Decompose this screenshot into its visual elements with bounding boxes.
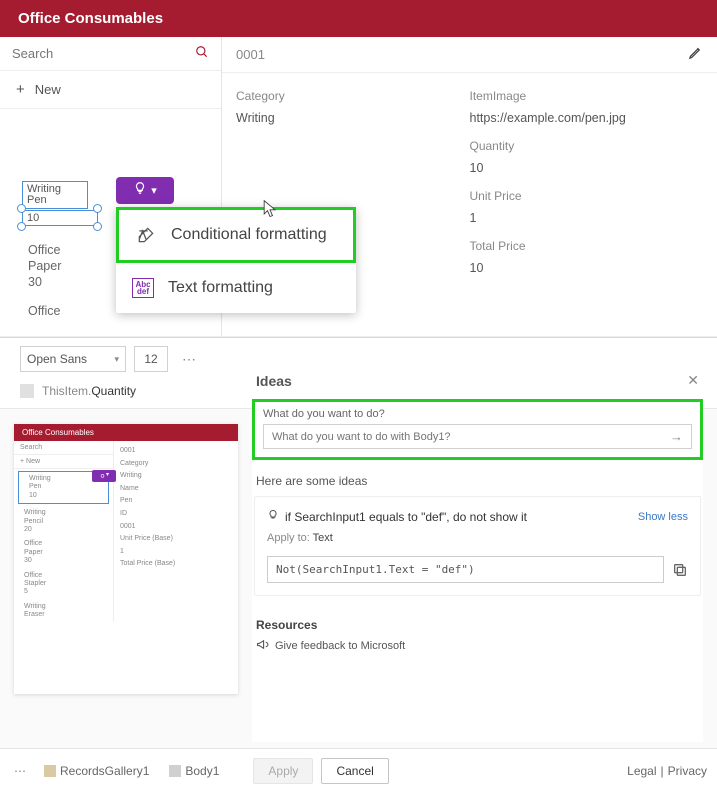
mini-new: + New	[14, 455, 113, 469]
code-box[interactable]: Not(SearchInput1.Text = "def")	[267, 556, 664, 583]
search-input[interactable]	[12, 46, 195, 61]
mini-item-selected: WritingPen10 ▾	[18, 471, 109, 504]
new-label: New	[35, 82, 61, 97]
lightbulb-icon	[133, 181, 147, 200]
edit-icon[interactable]	[688, 45, 703, 64]
privacy-link[interactable]: Privacy	[668, 764, 707, 778]
idea-card: if SearchInput1 equals to "def", do not …	[254, 496, 701, 596]
footer-bar: ⋯ RecordsGallery1 Body1 Apply Cancel Leg…	[0, 748, 717, 792]
breadcrumb: ⋯ RecordsGallery1 Body1	[10, 762, 225, 780]
ideas-panel: Ideas ✕ What do you want to do? → Here a…	[252, 364, 703, 742]
apply-to-target: Text	[313, 532, 333, 544]
resize-handle[interactable]	[93, 222, 102, 231]
legal-link[interactable]: Legal	[627, 764, 656, 778]
menu-label: Conditional formatting	[171, 226, 327, 244]
gallery-panel: + New Writing Pen 10 ▾ Writing Pencil 20	[0, 37, 222, 336]
mini-item: OfficePaper30	[14, 537, 113, 568]
menu-label: Text formatting	[168, 279, 273, 297]
text-format-icon: Abcdef	[132, 277, 154, 299]
apply-button[interactable]: Apply	[253, 758, 313, 784]
formula-text: ThisItem.Quantity	[42, 384, 136, 398]
ideas-input[interactable]	[272, 431, 670, 443]
fx-icon	[20, 384, 34, 398]
app-banner: Office Consumables	[0, 0, 717, 37]
resize-handle[interactable]	[17, 204, 26, 213]
mini-search: Search	[14, 441, 113, 455]
chevron-down-icon: ▾	[114, 354, 119, 365]
breadcrumb-more-icon[interactable]: ⋯	[10, 764, 30, 778]
plus-icon: +	[16, 81, 25, 98]
search-icon[interactable]	[195, 45, 209, 62]
submit-arrow-icon[interactable]: →	[670, 429, 683, 444]
breadcrumb-item[interactable]: RecordsGallery1	[38, 762, 155, 780]
conditional-format-icon	[135, 224, 157, 246]
close-icon[interactable]: ✕	[687, 372, 699, 389]
control-icon	[169, 765, 181, 777]
font-select[interactable]: Open Sans ▾	[20, 346, 126, 372]
ideas-question-label: What do you want to do?	[263, 408, 692, 420]
record-id: 0001	[236, 47, 265, 62]
record-id-row: 0001	[222, 37, 717, 73]
more-icon[interactable]: ⋯	[176, 351, 202, 368]
resources-heading: Resources	[256, 618, 699, 632]
resize-handle[interactable]	[17, 222, 26, 231]
preview-canvas: Office Consumables Search + New WritingP…	[14, 424, 238, 694]
menu-conditional-formatting[interactable]: Conditional formatting	[119, 210, 353, 260]
copy-icon[interactable]	[672, 562, 688, 578]
format-context-menu: Conditional formatting Abcdef Text forma…	[116, 207, 356, 313]
chevron-down-icon: ▾	[151, 184, 157, 197]
lightbulb-icon	[267, 509, 279, 524]
gallery-icon	[44, 765, 56, 777]
show-less-link[interactable]: Show less	[638, 511, 688, 523]
feedback-link[interactable]: Give feedback to Microsoft	[256, 638, 699, 654]
cancel-button[interactable]: Cancel	[321, 758, 388, 784]
mini-lightbulb-icon: ▾	[92, 470, 116, 482]
breadcrumb-item[interactable]: Body1	[163, 762, 225, 780]
menu-text-formatting[interactable]: Abcdef Text formatting	[116, 263, 356, 313]
mini-banner: Office Consumables	[14, 424, 238, 441]
idea-title: if SearchInput1 equals to "def", do not …	[285, 510, 527, 524]
mini-item: WritingEraser	[14, 600, 113, 623]
mini-detail: 0001 CategoryWriting NamePen ID0001 Unit…	[114, 441, 238, 622]
mini-item: WritingPencil20	[14, 506, 113, 537]
mini-item: OfficeStapler5	[14, 569, 113, 600]
selected-field-title[interactable]: Writing Pen	[22, 181, 88, 209]
apply-to-label: Apply to:	[267, 532, 310, 544]
resize-handle[interactable]	[93, 204, 102, 213]
app-title: Office Consumables	[18, 10, 163, 27]
new-button[interactable]: + New	[0, 71, 221, 109]
search-row	[0, 37, 221, 71]
ideas-dropdown-button[interactable]: ▾	[116, 177, 174, 204]
font-size-input[interactable]: 12	[134, 346, 168, 372]
selected-field-qty[interactable]: 10	[22, 210, 98, 226]
ideas-question-box: What do you want to do? →	[252, 399, 703, 460]
ideas-title: Ideas	[256, 373, 292, 389]
ideas-subhead: Here are some ideas	[256, 474, 699, 488]
megaphone-icon	[256, 638, 269, 654]
